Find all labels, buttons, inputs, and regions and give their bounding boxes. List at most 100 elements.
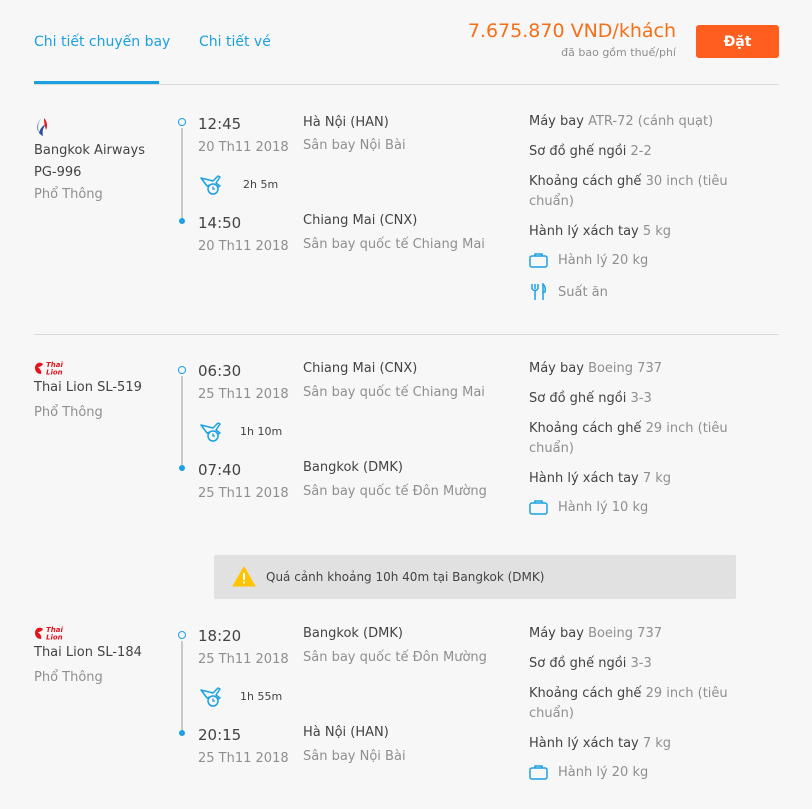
- arrival-time: 20:15: [198, 726, 242, 744]
- aircraft-value: ATR-72 (cánh quạt): [588, 114, 714, 129]
- cabin-class: Phổ Thông: [34, 405, 103, 420]
- svg-text:Lion: Lion: [46, 634, 63, 642]
- cabin-bag-info: Hành lý xách tay 5 kg: [529, 222, 749, 242]
- cabin-bag-value: 7 kg: [642, 736, 672, 751]
- arrival-airport: Sân bay quốc tế Đôn Mường: [303, 484, 487, 499]
- baggage-info: Hành lý 10 kg: [529, 500, 648, 515]
- aircraft-label: Máy bay: [529, 114, 584, 129]
- seat-layout-value: 2-2: [630, 144, 652, 159]
- layover-text: Quá cảnh khoảng 10h 40m tại Bangkok (DMK…: [266, 570, 545, 584]
- meal-value: Suất ăn: [558, 284, 608, 300]
- flight-duration-icon: [200, 422, 221, 442]
- layover-notice: Quá cảnh khoảng 10h 40m tại Bangkok (DMK…: [214, 555, 736, 599]
- arrival-dot: [179, 465, 185, 471]
- departure-city: Bangkok (DMK): [303, 626, 403, 641]
- seat-layout-info: Sơ đồ ghế ngồi 3-3: [529, 654, 749, 674]
- header-divider: [34, 84, 779, 85]
- aircraft-info: Máy bay Boeing 737: [529, 359, 749, 379]
- departure-city: Chiang Mai (CNX): [303, 361, 418, 376]
- aircraft-value: Boeing 737: [588, 626, 662, 641]
- arrival-date: 25 Th11 2018: [198, 486, 289, 501]
- timeline: [181, 376, 183, 466]
- departure-time: 18:20: [198, 627, 242, 645]
- cabin-class: Phổ Thông: [34, 187, 103, 202]
- seat-pitch-label: Khoảng cách ghế: [529, 174, 642, 189]
- thai-lion-logo-icon: Thai Lion: [35, 361, 63, 377]
- seat-pitch-label: Khoảng cách ghế: [529, 686, 642, 701]
- luggage-icon: [529, 253, 548, 268]
- arrival-airport: Sân bay quốc tế Chiang Mai: [303, 237, 485, 252]
- timeline: [181, 641, 183, 731]
- price-per-passenger: 7.675.870 VND/khách: [467, 20, 676, 42]
- departure-date: 25 Th11 2018: [198, 652, 289, 667]
- aircraft-label: Máy bay: [529, 361, 584, 376]
- seat-layout-label: Sơ đồ ghế ngồi: [529, 656, 627, 671]
- warning-icon: [232, 566, 256, 587]
- arrival-date: 25 Th11 2018: [198, 751, 289, 766]
- cabin-bag-value: 5 kg: [642, 224, 672, 239]
- segment-divider: [34, 334, 779, 335]
- aircraft-value: Boeing 737: [588, 361, 662, 376]
- arrival-time: 07:40: [198, 461, 242, 479]
- tab-ticket-details[interactable]: Chi tiết vé: [199, 34, 271, 50]
- baggage-value: Hành lý 10 kg: [558, 500, 649, 515]
- flight-duration: 1h 10m: [240, 425, 283, 438]
- departure-dot: [178, 118, 186, 126]
- aircraft-label: Máy bay: [529, 626, 584, 641]
- airline-name: Thai Lion SL-519: [34, 377, 164, 399]
- meal-info: Suất ăn: [529, 283, 608, 301]
- flight-duration-icon: [200, 687, 221, 707]
- seat-layout-info: Sơ đồ ghế ngồi 2-2: [529, 142, 749, 162]
- cabin-bag-label: Hành lý xách tay: [529, 736, 639, 751]
- meal-icon: [531, 283, 546, 300]
- flight-duration-icon: [200, 175, 221, 195]
- airline-label: Thai Lion: [34, 380, 93, 395]
- baggage-value: Hành lý 20 kg: [558, 765, 649, 780]
- timeline: [181, 128, 183, 218]
- arrival-airport: Sân bay Nội Bài: [303, 749, 406, 764]
- header: Chi tiết chuyến bay Chi tiết vé 7.675.87…: [0, 0, 812, 86]
- flight-duration: 2h 5m: [243, 178, 279, 191]
- book-button[interactable]: Đặt: [696, 25, 779, 58]
- seat-layout-value: 3-3: [630, 656, 652, 671]
- seat-pitch-label: Khoảng cách ghế: [529, 421, 642, 436]
- aircraft-info: Máy bay ATR-72 (cánh quạt): [529, 112, 749, 132]
- departure-date: 20 Th11 2018: [198, 140, 289, 155]
- departure-time: 06:30: [198, 362, 242, 380]
- arrival-city: Chiang Mai (CNX): [303, 213, 418, 228]
- cabin-bag-value: 7 kg: [642, 471, 672, 486]
- seat-layout-label: Sơ đồ ghế ngồi: [529, 144, 627, 159]
- departure-dot: [178, 631, 186, 639]
- baggage-value: Hành lý 20 kg: [558, 253, 649, 268]
- airline-name: Bangkok Airways PG-996: [34, 140, 164, 184]
- departure-time: 12:45: [198, 115, 242, 133]
- bangkok-airways-logo-icon: [37, 116, 48, 136]
- departure-airport: Sân bay quốc tế Đôn Mường: [303, 650, 487, 665]
- tab-flight-details[interactable]: Chi tiết chuyến bay: [34, 34, 170, 50]
- arrival-city: Hà Nội (HAN): [303, 725, 389, 740]
- cabin-bag-label: Hành lý xách tay: [529, 471, 639, 486]
- luggage-icon: [529, 500, 548, 515]
- seat-layout-info: Sơ đồ ghế ngồi 3-3: [529, 389, 749, 409]
- seat-layout-value: 3-3: [630, 391, 652, 406]
- cabin-class: Phổ Thông: [34, 670, 103, 685]
- airline-name: Thai Lion SL-184: [34, 642, 164, 664]
- baggage-info: Hành lý 20 kg: [529, 765, 648, 780]
- departure-dot: [178, 366, 186, 374]
- arrival-dot: [179, 218, 185, 224]
- arrival-date: 20 Th11 2018: [198, 239, 289, 254]
- departure-city: Hà Nội (HAN): [303, 115, 389, 130]
- flight-number: SL-184: [97, 645, 142, 660]
- arrival-dot: [179, 730, 185, 736]
- departure-airport: Sân bay quốc tế Chiang Mai: [303, 385, 485, 400]
- cabin-bag-info: Hành lý xách tay 7 kg: [529, 469, 749, 489]
- seat-layout-label: Sơ đồ ghế ngồi: [529, 391, 627, 406]
- seat-pitch-info: Khoảng cách ghế 29 inch (tiêu chuẩn): [529, 419, 749, 459]
- luggage-icon: [529, 765, 548, 780]
- arrival-time: 14:50: [198, 214, 242, 232]
- flight-number: SL-519: [97, 380, 142, 395]
- airline-label: Thai Lion: [34, 645, 93, 660]
- svg-text:Lion: Lion: [46, 369, 63, 377]
- cabin-bag-label: Hành lý xách tay: [529, 224, 639, 239]
- aircraft-info: Máy bay Boeing 737: [529, 624, 749, 644]
